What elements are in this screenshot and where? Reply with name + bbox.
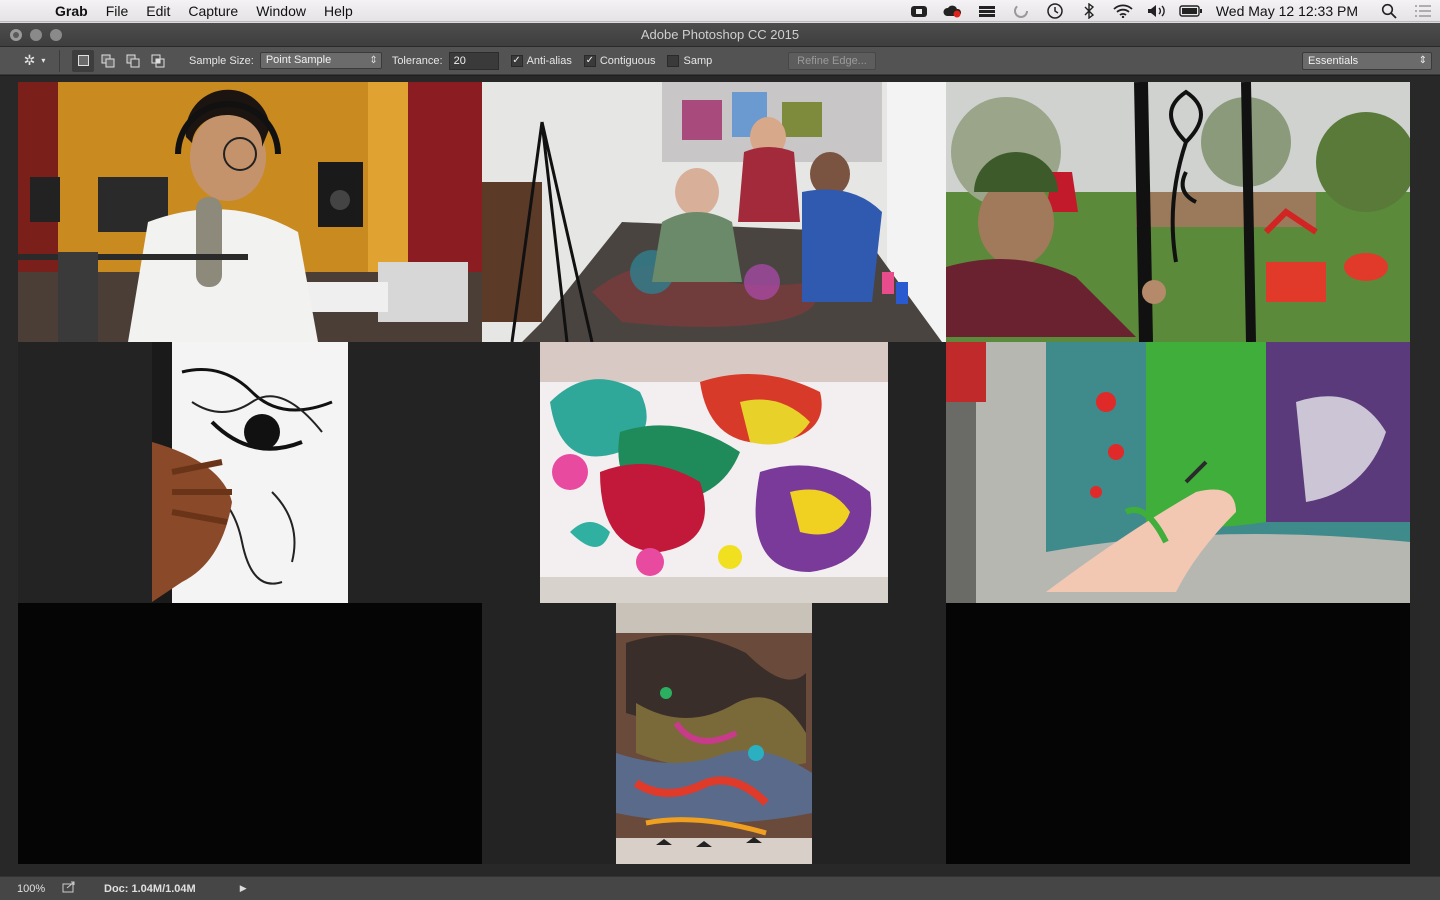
video-tile-abstract-painting	[616, 603, 812, 864]
canvas-painting-image	[946, 342, 1410, 603]
share-icon[interactable]	[56, 881, 82, 896]
abstract-painting-image	[616, 603, 812, 864]
mesh-painting-image	[540, 342, 888, 603]
menubar-clock[interactable]: Wed May 12 12:33 PM	[1208, 3, 1372, 19]
menu-file[interactable]: File	[97, 0, 138, 22]
notification-center-icon[interactable]	[1406, 0, 1440, 22]
antialias-label: Anti-alias	[526, 54, 572, 67]
drawing-image	[152, 342, 348, 603]
add-to-selection-button[interactable]	[97, 50, 119, 72]
time-machine-icon[interactable]	[1038, 0, 1072, 22]
sample-size-label: Sample Size:	[189, 54, 254, 67]
antialias-checkbox[interactable]: ✓ Anti-alias	[510, 54, 572, 67]
wifi-icon[interactable]	[1106, 0, 1140, 22]
garden-image	[946, 82, 1410, 342]
volume-icon[interactable]	[1140, 0, 1174, 22]
workspace-switcher-select[interactable]: Essentials	[1302, 52, 1432, 70]
magic-wand-tool-preset[interactable]: ✲ ▾	[10, 49, 60, 72]
menu-window[interactable]: Window	[247, 0, 315, 22]
menubar-status-area: Wed May 12 12:33 PM	[902, 0, 1440, 22]
document-canvas[interactable]	[18, 82, 1410, 864]
menu-capture[interactable]: Capture	[179, 0, 247, 22]
refine-edge-button[interactable]: Refine Edge...	[788, 52, 876, 70]
antialias-check-box[interactable]: ✓	[510, 54, 523, 67]
video-tile-painting-table	[482, 82, 946, 342]
status-bar: 100% Doc: 1.04M/1.04M ▶	[0, 876, 1440, 900]
new-selection-button[interactable]	[72, 49, 94, 72]
photoshop-window: Adobe Photoshop CC 2015 ✲ ▾ Sample Size:…	[0, 23, 1440, 900]
video-tile-garden	[946, 82, 1410, 342]
creative-cloud-icon[interactable]	[936, 0, 970, 22]
drive-sync-icon[interactable]	[970, 0, 1004, 22]
painting-table-image	[482, 82, 946, 342]
sample-all-layers-checkbox[interactable]: Samp	[667, 54, 713, 67]
tolerance-input[interactable]: 20	[448, 51, 499, 70]
spinner-icon[interactable]	[1004, 0, 1038, 22]
sample-all-layers-label: Samp	[683, 54, 713, 67]
sample-all-layers-check-box[interactable]	[667, 54, 680, 67]
tool-options-bar: ✲ ▾ Sample Size: Point Sample Tolerance:…	[0, 47, 1440, 75]
sample-size-select[interactable]: Point Sample	[259, 52, 382, 69]
contiguous-checkbox[interactable]: ✓ Contiguous	[583, 54, 656, 67]
window-title: Adobe Photoshop CC 2015	[640, 27, 800, 42]
minimize-window-button[interactable]	[30, 28, 42, 41]
video-record-icon[interactable]	[902, 0, 936, 22]
new-selection-icon	[77, 55, 89, 66]
video-tile-mesh-painting	[540, 342, 888, 603]
zoom-window-button[interactable]	[50, 28, 62, 41]
macos-menubar: Grab File Edit Capture Window Help Wed M…	[0, 0, 1440, 22]
document-size-info: Doc: 1.04M/1.04M	[104, 882, 196, 895]
video-tile-canvas-painting	[946, 342, 1410, 603]
tolerance-label: Tolerance:	[391, 54, 443, 67]
intersect-selection-button[interactable]	[147, 50, 169, 72]
musician-image	[18, 82, 482, 342]
subtract-from-selection-button[interactable]	[122, 50, 144, 72]
menu-help[interactable]: Help	[315, 0, 362, 22]
video-tile-drawing	[152, 342, 348, 603]
spotlight-search-icon[interactable]	[1372, 0, 1406, 22]
subtract-selection-icon	[126, 54, 140, 67]
chevron-down-icon: ▾	[41, 56, 46, 65]
magic-wand-icon: ✲	[23, 52, 36, 68]
intersect-selection-icon	[151, 54, 165, 67]
canvas-area[interactable]	[0, 76, 1440, 876]
zoom-level[interactable]: 100%	[0, 883, 56, 895]
battery-icon[interactable]	[1174, 0, 1208, 22]
close-window-button[interactable]	[10, 28, 22, 41]
contiguous-label: Contiguous	[599, 54, 656, 67]
status-menu-arrow-icon[interactable]: ▶	[240, 883, 247, 894]
video-tile-musician	[18, 82, 482, 342]
menu-app-name[interactable]: Grab	[46, 0, 97, 22]
contiguous-check-box[interactable]: ✓	[583, 54, 596, 67]
bluetooth-icon[interactable]	[1072, 0, 1106, 22]
window-titlebar[interactable]: Adobe Photoshop CC 2015	[0, 23, 1440, 47]
add-selection-icon	[101, 54, 115, 67]
menu-edit[interactable]: Edit	[137, 0, 179, 22]
